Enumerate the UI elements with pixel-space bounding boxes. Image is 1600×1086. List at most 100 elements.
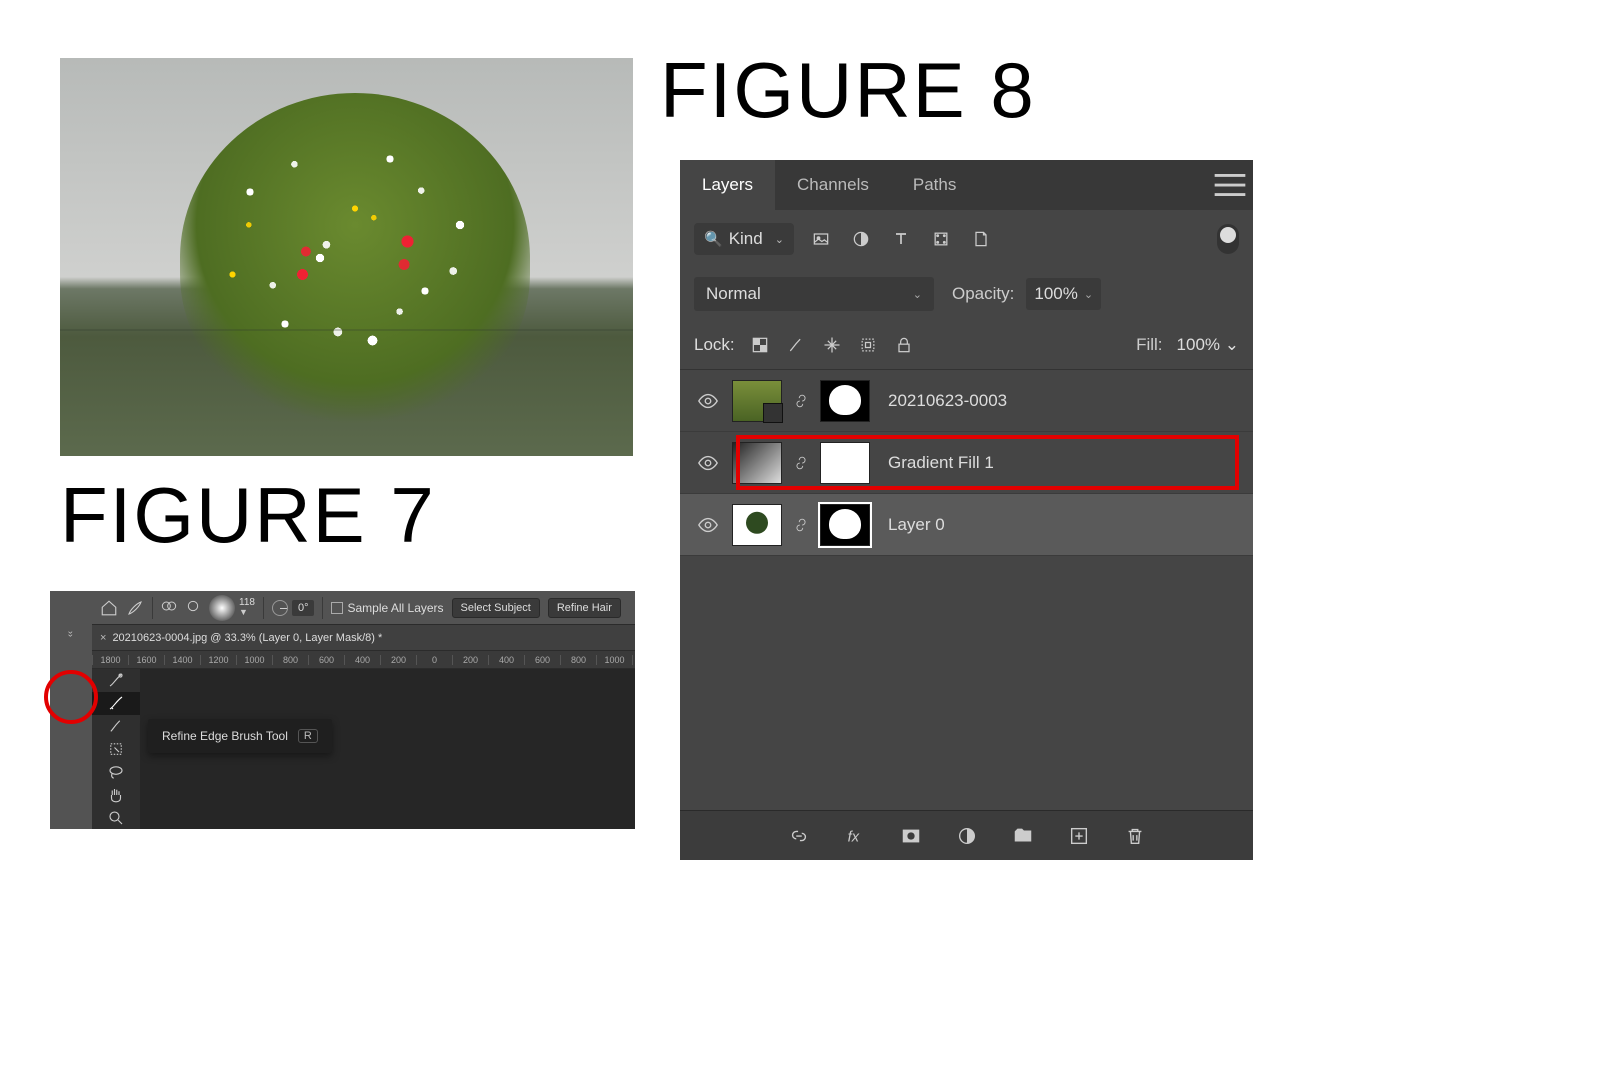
link-mask-icon[interactable] (792, 390, 810, 412)
visibility-toggle[interactable] (694, 449, 722, 477)
brush-preset-icon[interactable] (126, 599, 144, 617)
zoom-tool[interactable] (92, 806, 140, 829)
brush-size-picker[interactable]: 118 ▼ (209, 595, 255, 621)
layer-row[interactable]: 20210623-0003 (680, 370, 1253, 432)
filter-shape-icon[interactable] (928, 228, 954, 250)
filter-smartobject-icon[interactable] (968, 228, 994, 250)
expand-handle[interactable]: ›› (50, 591, 92, 829)
add-subtract-icon[interactable] (161, 598, 177, 617)
visibility-toggle[interactable] (694, 511, 722, 539)
ruler-tick: 1800 (92, 655, 128, 665)
layer-mask-thumbnail[interactable] (820, 504, 870, 546)
select-and-mask-toolbar (92, 669, 140, 829)
select-subject-button[interactable]: Select Subject (452, 598, 540, 618)
delete-layer-icon[interactable] (1122, 823, 1148, 849)
group-icon[interactable] (1010, 823, 1036, 849)
filter-pixel-icon[interactable] (808, 228, 834, 250)
tab-channels[interactable]: Channels (775, 160, 891, 210)
adjustment-layer-icon[interactable] (954, 823, 980, 849)
separator (322, 597, 323, 619)
lock-all-icon[interactable] (893, 334, 915, 356)
link-mask-icon[interactable] (792, 514, 810, 536)
layers-panel-footer: fx (680, 810, 1253, 860)
home-icon[interactable] (100, 599, 118, 617)
composited-subject (180, 93, 530, 423)
opacity-input[interactable]: 100% ⌄ (1026, 278, 1101, 310)
filter-toggle[interactable] (1217, 224, 1239, 254)
layer-row[interactable]: Gradient Fill 1 (680, 432, 1253, 494)
lock-position-icon[interactable] (821, 334, 843, 356)
filter-type-icon[interactable] (888, 228, 914, 250)
tooltip-shortcut-key: R (298, 729, 318, 743)
options-bar: 118 ▼ 0° Sample All Layers Select Subjec… (92, 591, 635, 625)
filter-kind-dropdown[interactable]: 🔍 Kind ⌄ (694, 223, 794, 255)
layer-thumbnail[interactable] (732, 442, 782, 484)
opacity-value: 100% (1034, 284, 1077, 304)
lock-transparency-icon[interactable] (749, 334, 771, 356)
panel-menu-icon[interactable] (1207, 160, 1253, 210)
subtract-icon[interactable] (185, 598, 201, 617)
close-tab-icon[interactable]: × (100, 632, 106, 644)
document-tab[interactable]: × 20210623-0004.jpg @ 33.3% (Layer 0, La… (92, 625, 635, 651)
visibility-toggle[interactable] (694, 387, 722, 415)
layer-row[interactable]: Layer 0 (680, 494, 1253, 556)
sample-all-layers-checkbox[interactable]: Sample All Layers (331, 601, 443, 615)
layer-mask-thumbnail[interactable] (820, 442, 870, 484)
tab-paths[interactable]: Paths (891, 160, 978, 210)
link-mask-icon[interactable] (792, 452, 810, 474)
tab-layers[interactable]: Layers (680, 160, 775, 210)
chevron-down-icon: ▼ (239, 608, 255, 617)
filter-adjustment-icon[interactable] (848, 228, 874, 250)
add-mask-icon[interactable] (898, 823, 924, 849)
new-layer-icon[interactable] (1066, 823, 1092, 849)
ruler-tick: 800 (560, 655, 596, 665)
layer-effects-icon[interactable]: fx (842, 823, 868, 849)
layer-thumbnail[interactable] (732, 504, 782, 546)
ruler-tick: 200 (452, 655, 488, 665)
layer-name[interactable]: 20210623-0003 (888, 391, 1007, 411)
filter-kind-label: Kind (729, 229, 763, 249)
chevron-down-icon: ⌄ (1084, 288, 1093, 301)
fill-input[interactable]: 100% ⌄ (1177, 335, 1239, 355)
lock-image-icon[interactable] (785, 334, 807, 356)
blend-mode-dropdown[interactable]: Normal ⌄ (694, 277, 934, 311)
link-layers-icon[interactable] (786, 823, 812, 849)
tool-tooltip: Refine Edge Brush Tool R (148, 719, 332, 753)
ruler-tick: 1400 (164, 655, 200, 665)
quick-selection-tool[interactable] (92, 669, 140, 692)
horizon-line (60, 329, 633, 331)
lasso-tool[interactable] (92, 760, 140, 783)
brush-angle-value: 0° (292, 600, 315, 616)
layers-panel: Layers Channels Paths 🔍 Kind ⌄ Normal ⌄ … (680, 160, 1253, 860)
lock-label: Lock: (694, 335, 735, 355)
canvas-preview (60, 58, 633, 456)
angle-dial-icon (272, 600, 288, 616)
brush-tool[interactable] (92, 715, 140, 738)
layer-thumbnail[interactable] (732, 380, 782, 422)
ruler-tick: 600 (524, 655, 560, 665)
lock-artboard-icon[interactable] (857, 334, 879, 356)
figure-8-label: FIGURE 8 (660, 45, 1036, 136)
fill-label: Fill: (1136, 335, 1162, 355)
layer-name[interactable]: Layer 0 (888, 515, 945, 535)
fill-value: 100% (1177, 335, 1220, 354)
hand-tool[interactable] (92, 783, 140, 806)
ruler-tick: 200 (380, 655, 416, 665)
search-icon: 🔍 (704, 230, 723, 248)
opacity-label: Opacity: (952, 284, 1014, 304)
brush-angle-control[interactable]: 0° (272, 600, 315, 616)
blend-opacity-row: Normal ⌄ Opacity: 100% ⌄ (680, 268, 1253, 320)
chevron-down-icon: ⌄ (1225, 335, 1239, 354)
layer-name[interactable]: Gradient Fill 1 (888, 453, 994, 473)
object-selection-tool[interactable] (92, 738, 140, 761)
blend-mode-value: Normal (706, 284, 761, 304)
ruler-tick: 1000 (596, 655, 632, 665)
panel-tabs: Layers Channels Paths (680, 160, 1253, 210)
select-and-mask-workspace: 118 ▼ 0° Sample All Layers Select Subjec… (50, 591, 635, 829)
refine-hair-button[interactable]: Refine Hair (548, 598, 621, 618)
figure-7-label: FIGURE 7 (60, 470, 436, 561)
ruler-tick: 1200 (632, 655, 635, 665)
layer-mask-thumbnail[interactable] (820, 380, 870, 422)
refine-edge-brush-tool[interactable] (92, 692, 140, 715)
horizontal-ruler: 1800 1600 1400 1200 1000 800 600 400 200… (92, 651, 635, 669)
